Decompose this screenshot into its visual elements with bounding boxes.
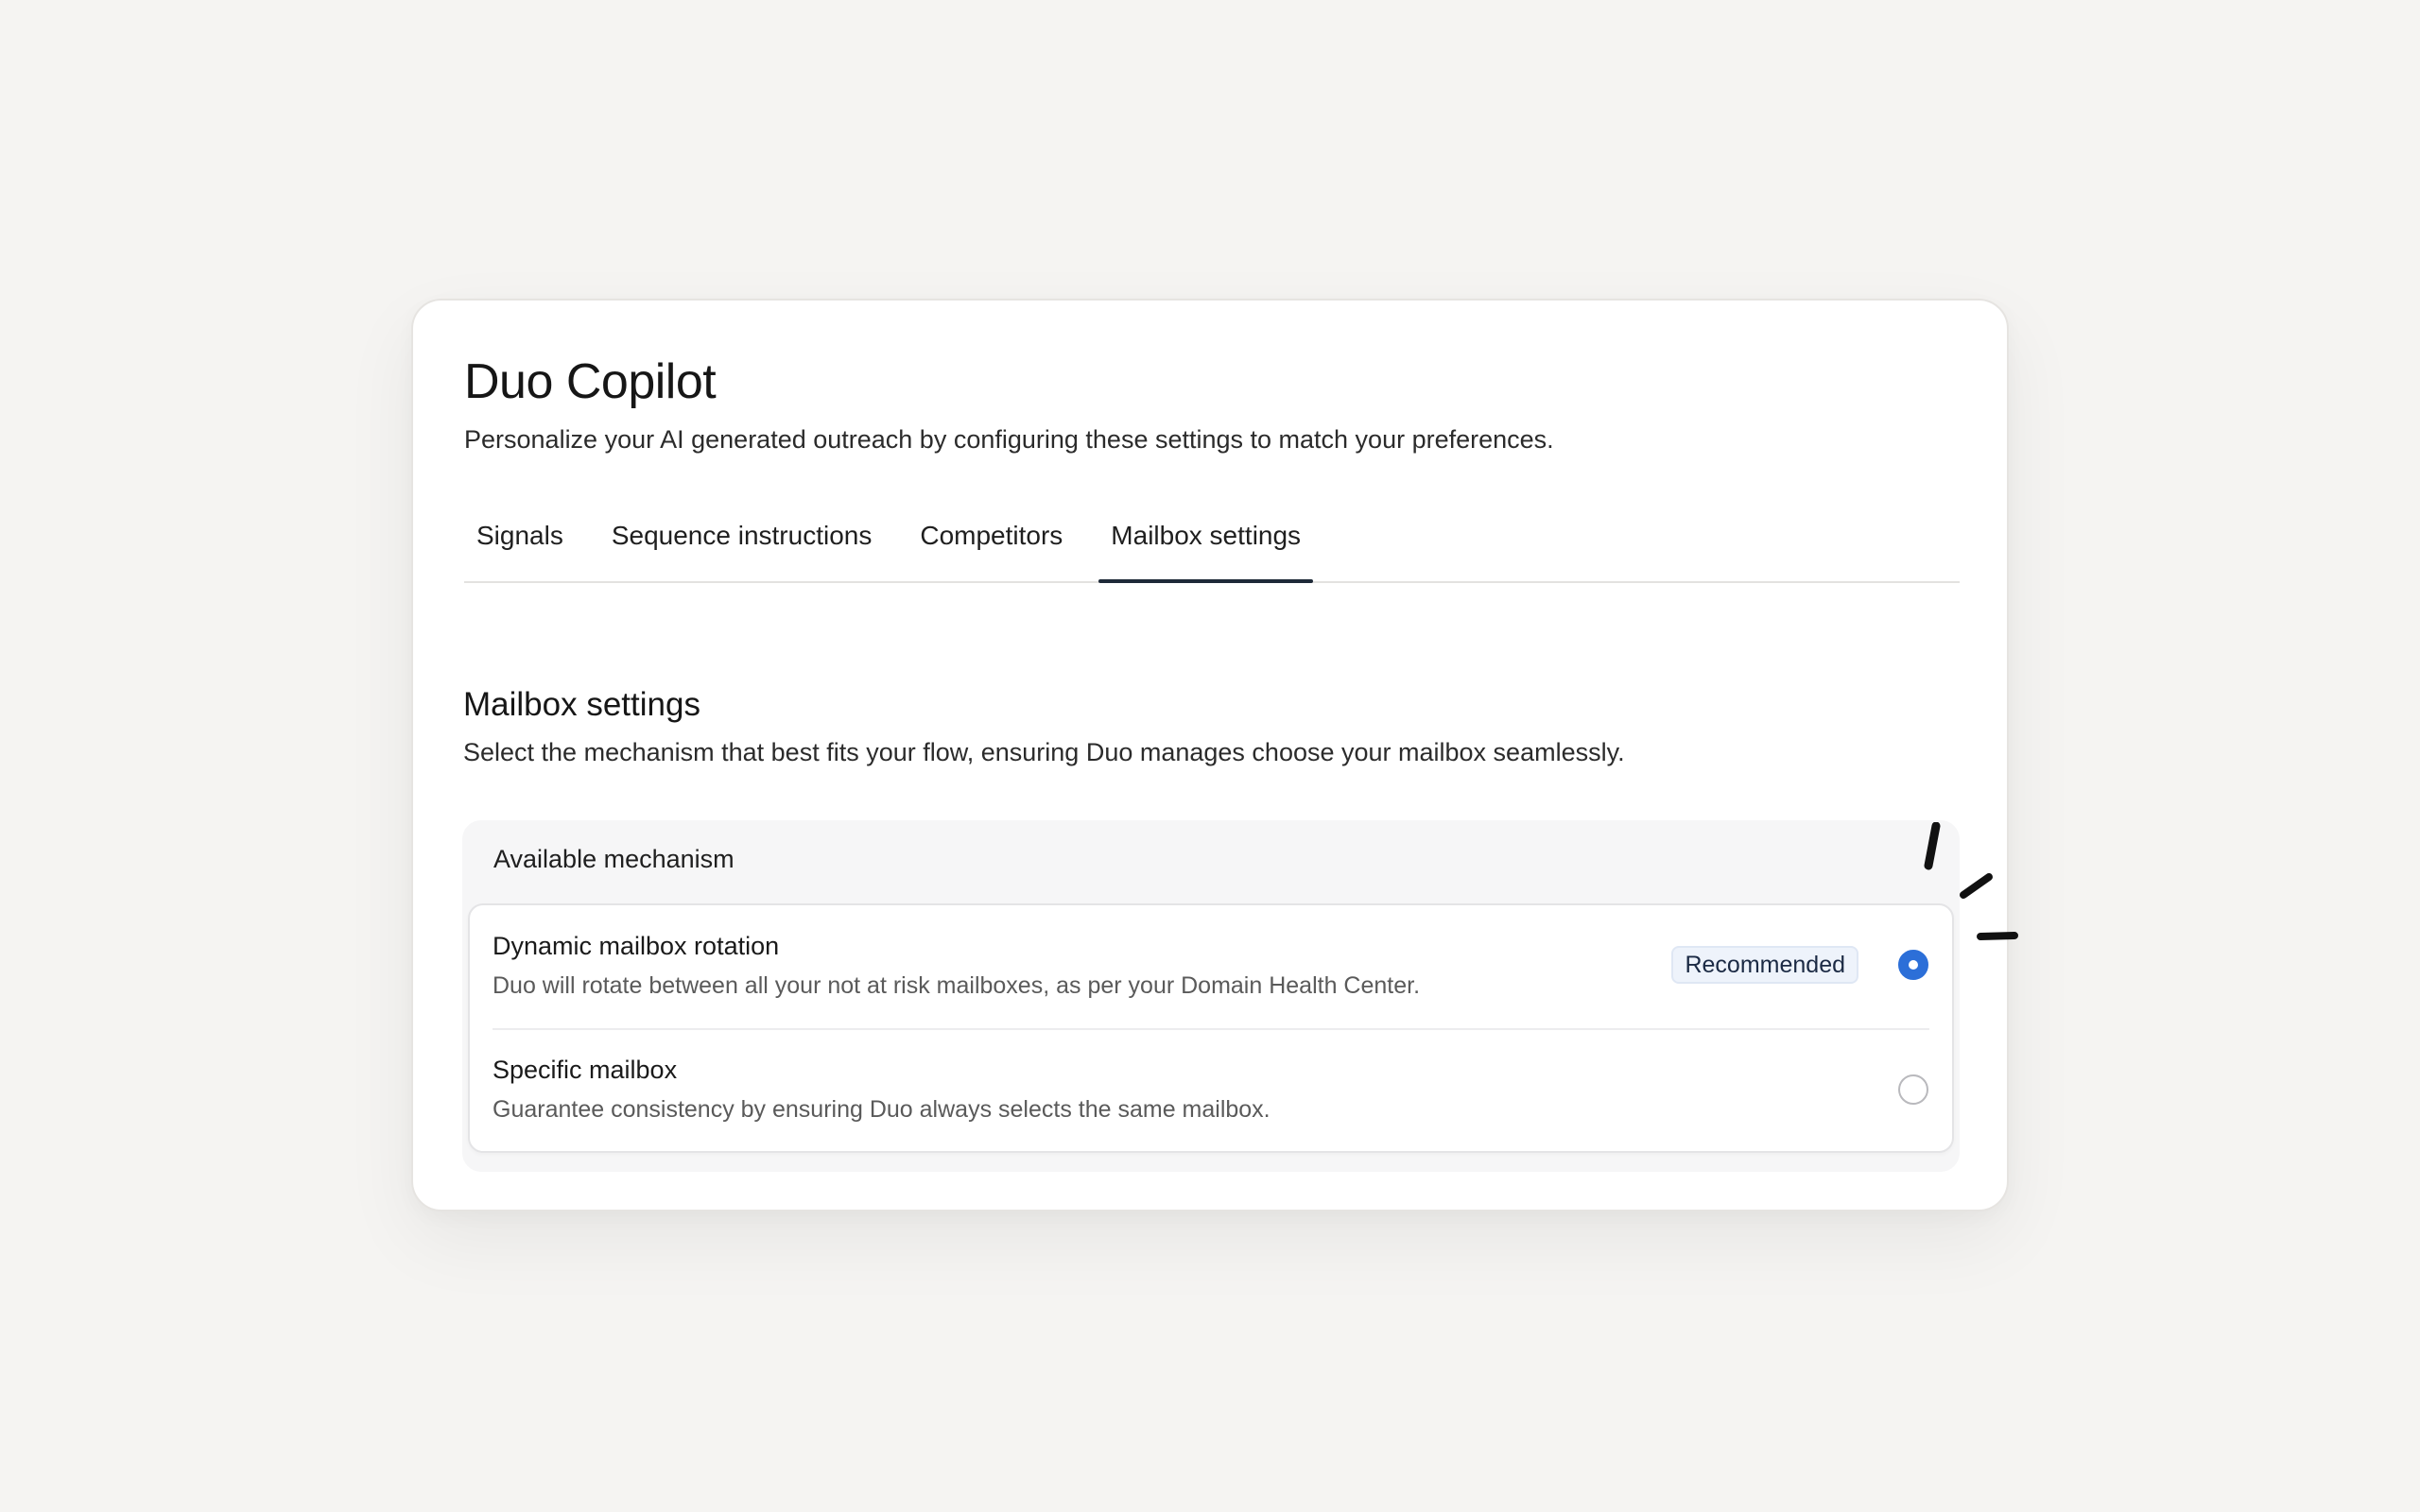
option-title: Dynamic mailbox rotation [493, 932, 780, 960]
radio-specific-mailbox[interactable] [1898, 1074, 1928, 1105]
section-title: Mailbox settings [463, 686, 700, 723]
option-description: Guarantee consistency by ensuring Duo al… [493, 1096, 1270, 1123]
tab-sequence-instructions[interactable]: Sequence instructions [599, 494, 885, 581]
section-description: Select the mechanism that best fits your… [463, 738, 1625, 766]
page-title: Duo Copilot [464, 354, 717, 409]
tab-signals[interactable]: Signals [464, 494, 576, 581]
option-description: Duo will rotate between all your not at … [493, 972, 1421, 999]
settings-card: Duo Copilot Personalize your AI generate… [411, 299, 2009, 1211]
page-subtitle: Personalize your AI generated outreach b… [464, 425, 1554, 454]
mechanism-header: Available mechanism [493, 845, 735, 873]
option-specific-mailbox[interactable]: Specific mailbox Guarantee consistency b… [493, 1029, 1929, 1152]
mechanism-panel: Available mechanism Dynamic mailbox rota… [462, 820, 1960, 1172]
option-dynamic-mailbox-rotation[interactable]: Dynamic mailbox rotation Duo will rotate… [493, 905, 1929, 1030]
tab-bar: Signals Sequence instructions Competitor… [464, 494, 1960, 583]
sparkle-strokes-icon [1924, 822, 2018, 940]
option-title: Specific mailbox [493, 1056, 678, 1084]
recommended-badge: Recommended [1671, 946, 1858, 984]
mechanism-options: Dynamic mailbox rotation Duo will rotate… [468, 903, 1954, 1153]
tab-competitors[interactable]: Competitors [908, 494, 1075, 581]
tab-mailbox-settings[interactable]: Mailbox settings [1098, 494, 1313, 583]
